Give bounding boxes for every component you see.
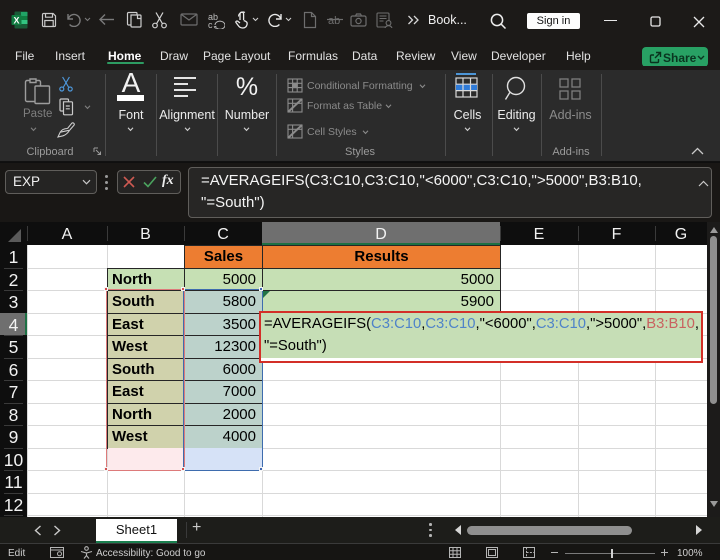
- svg-text:X: X: [13, 16, 19, 26]
- svg-text:c: c: [208, 20, 213, 29]
- svg-text:ab: ab: [328, 15, 340, 26]
